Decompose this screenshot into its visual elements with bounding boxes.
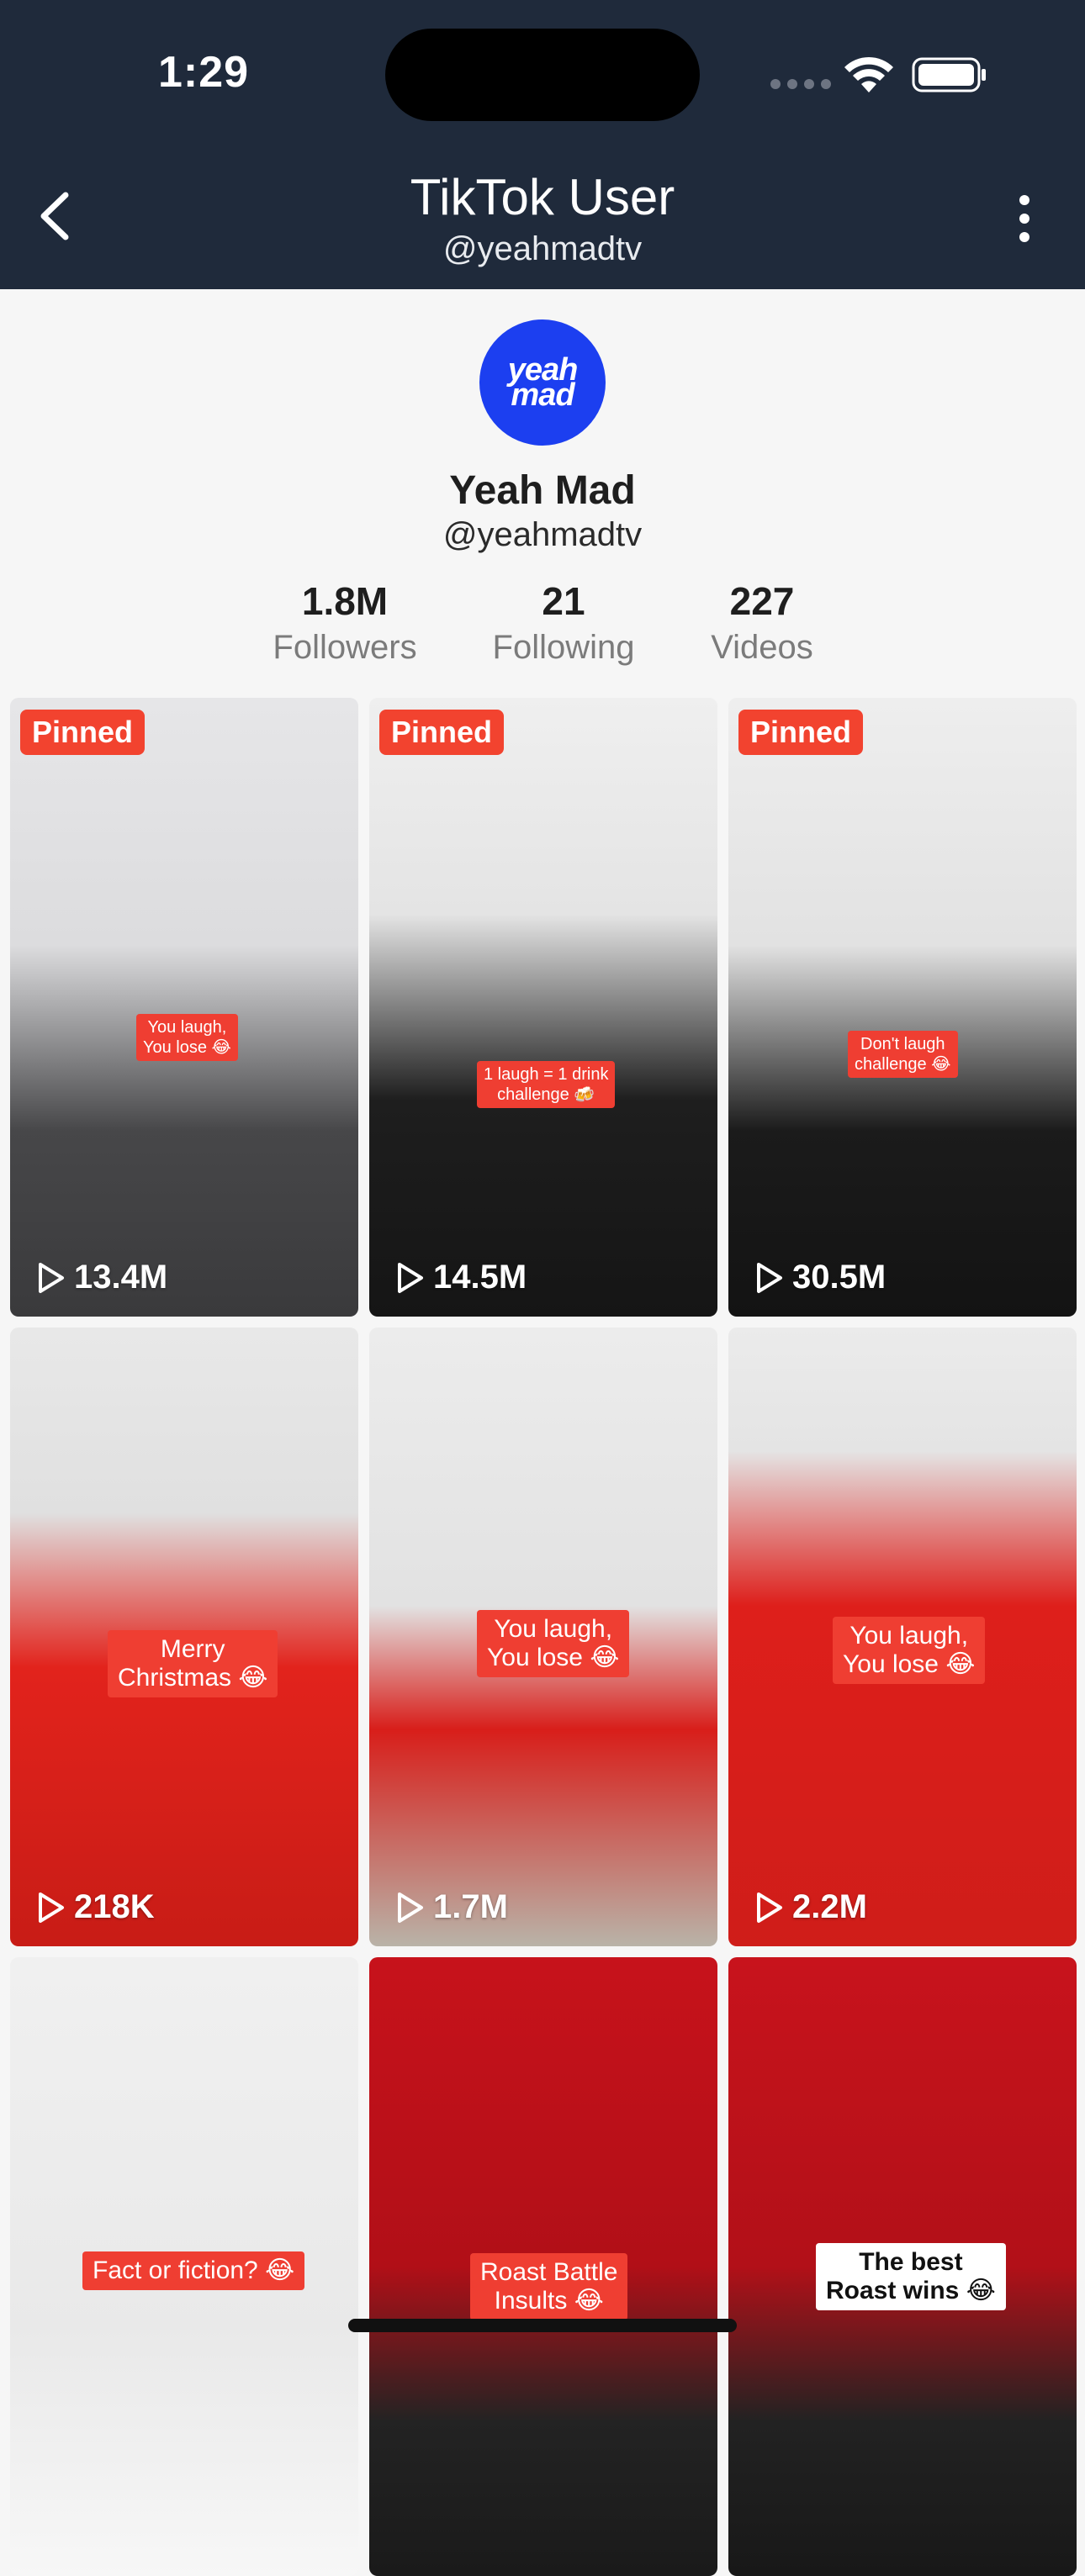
- play-icon: [398, 1262, 423, 1293]
- pinned-badge: Pinned: [379, 710, 505, 755]
- cellular-signal-icon: [770, 79, 831, 89]
- pinned-badge: Pinned: [20, 710, 146, 755]
- video-tile[interactable]: You laugh, You lose 😂 1.7M: [369, 1328, 717, 1946]
- view-count-text: 14.5M: [433, 1259, 527, 1296]
- stat-label: Videos: [711, 629, 813, 666]
- play-icon: [398, 1892, 423, 1923]
- view-count: 2.2M: [754, 1888, 867, 1926]
- top-bar: 1:29 TikTok User @yeahmadtv: [0, 0, 1085, 289]
- video-tile[interactable]: You laugh, You lose 😂 2.2M: [728, 1328, 1077, 1946]
- video-caption: 1 laugh = 1 drink challenge 🍻: [477, 1061, 616, 1108]
- video-tile[interactable]: Merry Christmas 😂 218K: [10, 1328, 358, 1946]
- stat-label: Following: [492, 629, 635, 666]
- home-indicator[interactable]: [348, 2319, 737, 2332]
- profile-handle: @yeahmadtv: [442, 516, 643, 553]
- header-title: TikTok User: [410, 169, 675, 225]
- view-count-text: 30.5M: [792, 1259, 887, 1296]
- play-icon: [39, 1262, 64, 1293]
- stat-videos[interactable]: 227 Videos: [670, 578, 855, 667]
- view-count-text: 2.2M: [792, 1888, 867, 1925]
- view-count-text: 1.7M: [433, 1888, 508, 1925]
- video-caption: You laugh, You lose 😂: [477, 1610, 630, 1677]
- stat-followers[interactable]: 1.8M Followers: [252, 578, 437, 667]
- view-count: 1.7M: [394, 1888, 508, 1926]
- view-count-text: 13.4M: [74, 1259, 168, 1296]
- video-tile[interactable]: Pinned Don't laugh challenge 😂 30.5M: [728, 698, 1077, 1317]
- video-caption: Merry Christmas 😂: [108, 1630, 278, 1697]
- view-count: 30.5M: [754, 1259, 886, 1296]
- video-tile[interactable]: Roast Battle Insults 😂: [369, 1957, 717, 2576]
- video-caption: Don't laugh challenge 😂: [848, 1031, 958, 1078]
- play-icon: [757, 1892, 782, 1923]
- pinned-badge: Pinned: [738, 710, 864, 755]
- dynamic-island: [385, 29, 700, 121]
- header-subtitle: @yeahmadtv: [442, 230, 643, 267]
- stat-label: Followers: [273, 629, 417, 666]
- video-tile[interactable]: The best Roast wins 😂: [728, 1957, 1077, 2576]
- stat-following[interactable]: 21 Following: [471, 578, 656, 667]
- video-tile[interactable]: Pinned You laugh, You lose 😂 13.4M: [10, 698, 358, 1317]
- more-options-icon[interactable]: [1009, 195, 1040, 242]
- play-icon: [757, 1262, 782, 1293]
- play-icon: [39, 1892, 64, 1923]
- view-count: 13.4M: [35, 1259, 167, 1296]
- video-caption: Roast Battle Insults 😂: [470, 2253, 628, 2320]
- view-count-text: 218K: [74, 1888, 155, 1925]
- video-caption: The best Roast wins 😂: [816, 2243, 1006, 2310]
- video-tile[interactable]: Pinned 1 laugh = 1 drink challenge 🍻 14.…: [369, 698, 717, 1317]
- video-caption: You laugh, You lose 😂: [833, 1617, 986, 1684]
- stat-value: 1.8M: [301, 579, 389, 623]
- stat-value: 21: [542, 579, 585, 623]
- video-caption: Fact or fiction? 😂: [82, 2251, 305, 2290]
- view-count: 218K: [35, 1888, 155, 1926]
- stat-value: 227: [729, 579, 795, 623]
- status-time: 1:29: [158, 48, 250, 97]
- battery-icon: [912, 57, 986, 92]
- video-tile[interactable]: Fact or fiction? 😂: [10, 1957, 358, 2576]
- view-count: 14.5M: [394, 1259, 527, 1296]
- profile-name: Yeah Mad: [449, 468, 636, 513]
- video-caption: You laugh, You lose 😂: [136, 1014, 238, 1061]
- wifi-icon: [844, 56, 893, 92]
- avatar[interactable]: yeah mad: [479, 319, 606, 446]
